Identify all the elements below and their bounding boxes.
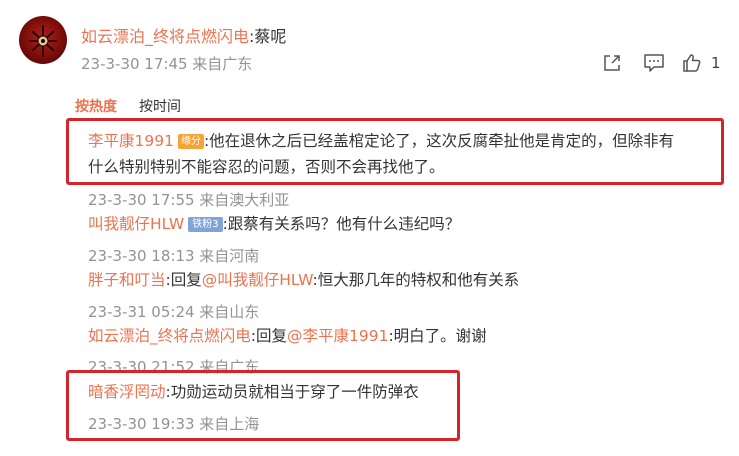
sort-tabs: 按热度 按时间	[75, 96, 181, 116]
like-count: 1	[711, 54, 721, 72]
comment-3-username[interactable]: 胖子和叮当	[88, 271, 166, 289]
share-icon	[604, 55, 620, 71]
comment-2-line: 叫我靓仔HLW 铁粉3:跟蔡有关系吗？他有什么违纪吗？	[88, 211, 460, 237]
comment-3-line: 胖子和叮当:回复@叫我靓仔HLW:恒大那几年的特权和他有关系	[88, 267, 519, 293]
comment-button[interactable]	[643, 52, 665, 74]
thumbs-up-icon	[683, 54, 701, 72]
main-post-text: :蔡呢	[249, 27, 287, 46]
like-button[interactable]: 1	[682, 52, 721, 74]
highlight-box-comment-1	[66, 118, 724, 185]
tab-sort-time[interactable]: 按时间	[139, 99, 181, 115]
comment-3-text: :恒大那几年的特权和他有关系	[312, 271, 520, 289]
comment-icon	[644, 54, 664, 72]
comment-4-text: :明白了。谢谢	[388, 327, 487, 345]
comment-3-reply-mention[interactable]: @叫我靓仔HLW	[202, 271, 313, 289]
comment-2-text: :跟蔡有关系吗？他有什么违纪吗？	[222, 215, 461, 233]
comment-4-username[interactable]: 如云漂泊_终将点燃闪电	[88, 327, 251, 345]
comment-4-line: 如云漂泊_终将点燃闪电:回复@李平康1991:明白了。谢谢	[88, 323, 487, 349]
main-post-username[interactable]: 如云漂泊_终将点燃闪电	[81, 27, 249, 46]
share-button[interactable]	[602, 52, 622, 74]
comment-4-reply-prefix: :回复	[250, 327, 287, 345]
comment-2-username[interactable]: 叫我靓仔HLW	[88, 215, 184, 233]
comment-3-meta: 23-3-31 05:24 来自山东	[88, 303, 260, 321]
comment-4-reply-mention[interactable]: @李平康1991	[287, 327, 388, 345]
comment-2-meta: 23-3-30 18:13 来自河南	[88, 247, 260, 265]
comment-3-reply-prefix: :回复	[165, 271, 202, 289]
tab-sort-hot[interactable]: 按热度	[75, 99, 117, 115]
main-post-meta: 23-3-30 17:45 来自广东	[81, 55, 253, 73]
avatar[interactable]	[19, 16, 67, 64]
comment-1-meta: 23-3-30 17:55 来自澳大利亚	[88, 191, 290, 209]
iron-fan-badge: 铁粉3	[188, 217, 223, 232]
avatar-emblem-icon	[29, 25, 57, 57]
highlight-box-comment-5	[66, 370, 460, 441]
main-post-line: 如云漂泊_终将点燃闪电:蔡呢	[81, 23, 286, 47]
